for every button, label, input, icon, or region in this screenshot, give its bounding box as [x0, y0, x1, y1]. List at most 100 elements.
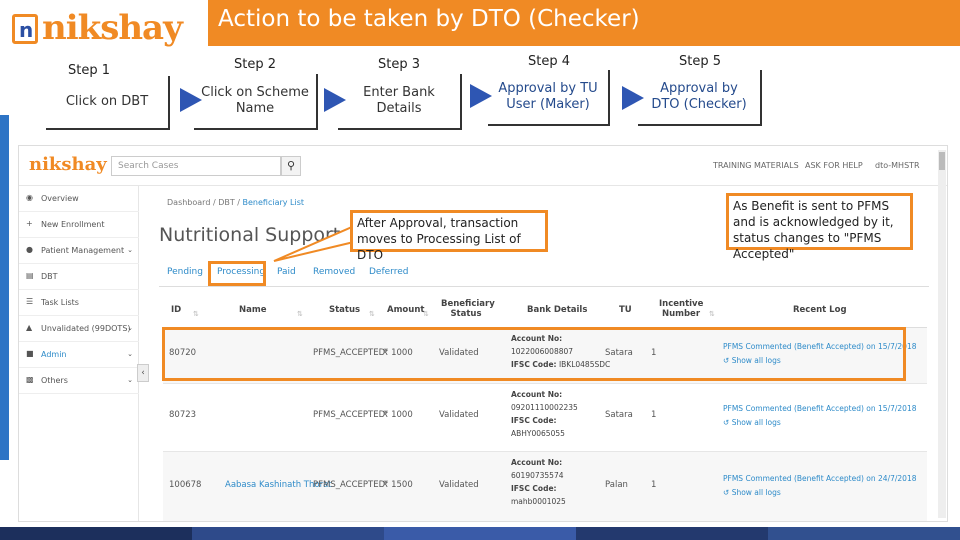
- sidebar-item-overview[interactable]: ◉ Overview: [19, 186, 139, 212]
- sidebar-item-label: DBT: [41, 272, 58, 281]
- scrollbar[interactable]: [938, 150, 946, 518]
- sidebar-item-task-lists[interactable]: ☰ Task Lists: [19, 290, 139, 316]
- column-name[interactable]: Name: [239, 305, 266, 315]
- search-input[interactable]: Search Cases: [111, 156, 281, 176]
- chevron-down-icon: ⌄: [127, 324, 133, 332]
- app-topbar: nikshay Search Cases ⚲ TRAINING MATERIAL…: [19, 146, 947, 186]
- account-label: Account No:: [511, 390, 563, 399]
- user-menu[interactable]: dto-MHSTR: [875, 161, 920, 170]
- sidebar-item-patient-management[interactable]: ● Patient Management ⌄: [19, 238, 139, 264]
- column-amount[interactable]: Amount: [387, 305, 424, 315]
- step-5-box: Approval by DTO (Checker): [638, 70, 762, 126]
- column-bank-details[interactable]: Bank Details: [527, 305, 587, 315]
- history-icon: ↺: [723, 488, 730, 497]
- ifsc-label: IFSC Code:: [511, 484, 557, 493]
- row-status: PFMS_ACCEPTED: [313, 410, 386, 420]
- sidebar-item-label: Overview: [41, 194, 79, 203]
- row-status: PFMS_ACCEPTED: [313, 480, 386, 490]
- lock-icon: ■: [26, 349, 34, 358]
- sidebar-item-label: Others: [41, 376, 68, 385]
- sidebar-item-dbt[interactable]: ▤ DBT: [19, 264, 139, 290]
- tab-pending[interactable]: Pending: [167, 267, 203, 277]
- tab-removed[interactable]: Removed: [313, 267, 355, 277]
- scrollbar-thumb[interactable]: [939, 152, 945, 170]
- row-recent-log: PFMS Commented (Benefit Accepted) on 24/…: [723, 472, 917, 500]
- column-incentive-number[interactable]: Incentive Number: [659, 299, 703, 319]
- pfms-callout: As Benefit is sent to PFMS and is acknow…: [726, 193, 913, 261]
- plus-icon: +: [26, 219, 33, 228]
- table-header: ID Name Status Amount Beneficiary Status…: [163, 292, 927, 328]
- sort-icon[interactable]: ⇅: [423, 310, 429, 318]
- bank-icon: ▤: [26, 271, 34, 280]
- logo-n-box: n: [12, 14, 38, 44]
- chevron-down-icon: ⌄: [127, 246, 133, 254]
- sidebar-item-new-enrollment[interactable]: + New Enrollment: [19, 212, 139, 238]
- sidebar-item-label: Task Lists: [41, 298, 79, 307]
- row-amount: ₹ 1000: [383, 410, 413, 420]
- sidebar-item-admin[interactable]: ■ Admin ⌄: [19, 342, 139, 368]
- title-bar: Action to be taken by DTO (Checker): [208, 0, 960, 46]
- column-beneficiary-status[interactable]: Beneficiary Status: [441, 299, 495, 319]
- sort-icon[interactable]: ⇅: [193, 310, 199, 318]
- table-row[interactable]: 100678 Aabasa Kashinath Thorat PFMS_ACCE…: [163, 452, 927, 521]
- step-1-text: Click on DBT: [65, 94, 149, 109]
- step-2-text: Click on Scheme Name: [201, 85, 309, 116]
- dashboard-icon: ◉: [26, 193, 33, 202]
- history-icon: ↺: [723, 418, 730, 427]
- sort-icon[interactable]: ⇅: [369, 310, 375, 318]
- sidebar-item-label: New Enrollment: [41, 220, 105, 229]
- breadcrumb-dbt[interactable]: DBT: [218, 198, 235, 207]
- page-title: Action to be taken by DTO (Checker): [218, 6, 640, 32]
- step-3-text: Enter Bank Details: [363, 85, 435, 116]
- row-id: 80723: [169, 410, 197, 420]
- sidebar-item-unvalidated[interactable]: ▲ Unvalidated (99DOTS) ⌄: [19, 316, 139, 342]
- tab-paid[interactable]: Paid: [277, 267, 296, 277]
- row-tu: Satara: [605, 410, 633, 420]
- chevron-down-icon: ⌄: [127, 376, 133, 384]
- bottom-decorative-bar: [0, 527, 960, 540]
- accepted-row-highlight: [162, 327, 906, 381]
- folder-icon: ▩: [26, 375, 34, 384]
- step-5-text: Approval by DTO (Checker): [651, 81, 747, 112]
- account-number: 09201110002235: [511, 403, 578, 412]
- step-4-box: Approval by TU User (Maker): [488, 70, 610, 126]
- ask-for-help-link[interactable]: ASK FOR HELP: [805, 161, 863, 170]
- column-id[interactable]: ID: [171, 305, 181, 315]
- left-accent-stripe: [0, 115, 9, 460]
- row-incentive-number: 1: [651, 410, 657, 420]
- show-all-logs-link[interactable]: Show all logs: [732, 488, 781, 497]
- row-amount: ₹ 1500: [383, 480, 413, 490]
- logo-wordmark: nikshay: [42, 8, 183, 48]
- show-all-logs-link[interactable]: Show all logs: [732, 418, 781, 427]
- row-incentive-number: 1: [651, 480, 657, 490]
- row-bank-details: Account No: 09201110002235 IFSC Code: AB…: [511, 388, 578, 440]
- ifsc-code: ABHY0065055: [511, 429, 565, 438]
- chevron-down-icon: ⌄: [127, 350, 133, 358]
- processing-tab-highlight: [208, 261, 266, 286]
- step-2-box: Click on Scheme Name: [194, 74, 318, 130]
- step-1-box: Click on DBT: [46, 76, 170, 130]
- nikshay-logo: n nikshay: [10, 6, 183, 52]
- collapse-sidebar-button[interactable]: ‹: [137, 364, 149, 382]
- sort-icon[interactable]: ⇅: [297, 310, 303, 318]
- step-3-box: Enter Bank Details: [338, 74, 462, 130]
- column-status[interactable]: Status: [329, 305, 360, 315]
- sort-icon[interactable]: ⇅: [709, 310, 715, 318]
- step-4-text: Approval by TU User (Maker): [498, 81, 598, 112]
- row-tu: Palan: [605, 480, 628, 490]
- app-logo: nikshay: [29, 154, 107, 175]
- row-id: 100678: [169, 480, 202, 490]
- column-recent-log[interactable]: Recent Log: [793, 305, 847, 315]
- sidebar: ◉ Overview + New Enrollment ● Patient Manag…: [19, 186, 139, 521]
- breadcrumb-dashboard[interactable]: Dashboard: [167, 198, 210, 207]
- sidebar-item-others[interactable]: ▩ Others ⌄: [19, 368, 139, 394]
- logo-letter: n: [19, 18, 34, 42]
- step-3-label: Step 3: [377, 57, 420, 72]
- column-tu[interactable]: TU: [619, 305, 632, 315]
- training-materials-link[interactable]: TRAINING MATERIALS: [713, 161, 799, 170]
- search-icon[interactable]: ⚲: [281, 156, 301, 176]
- table-row[interactable]: 80723 PFMS_ACCEPTED ₹ 1000 Validated Acc…: [163, 384, 927, 452]
- ifsc-code: mahb0001025: [511, 497, 566, 506]
- tab-deferred[interactable]: Deferred: [369, 267, 408, 277]
- log-text: PFMS Commented (Benefit Accepted) on 15/…: [723, 404, 917, 413]
